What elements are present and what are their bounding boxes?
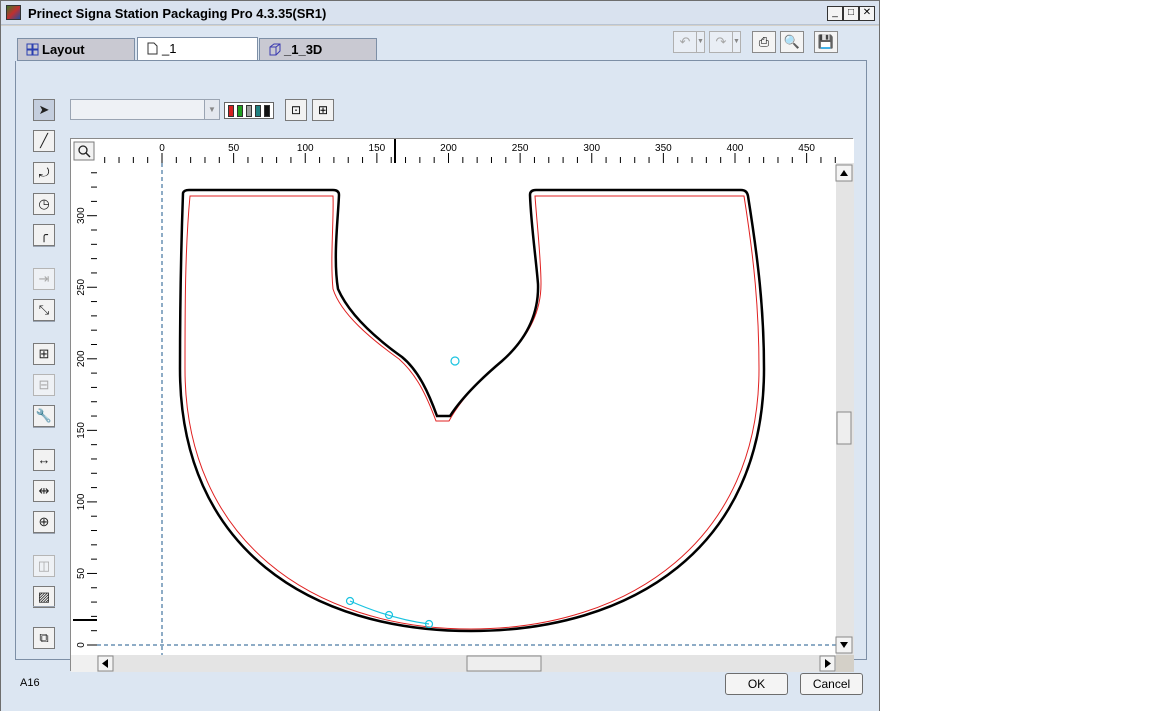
ruler-x-label: 50	[228, 143, 240, 154]
ruler-y-label: 300	[76, 207, 87, 224]
ruler-y-label: 250	[76, 278, 87, 295]
vertical-dimension-icon[interactable]: ⇹	[33, 480, 55, 502]
ruler-x-label: 0	[159, 143, 165, 154]
grid-tool-icon[interactable]: ⊞	[33, 343, 55, 365]
dialog-client: Layout _1 _1_3D ↶ ▼ ↷ ▼ ⎙ 🔍 💾 ➤ ╱ ⤾ ◷ ╭ ⇥ ⤡ ⊞ ⊟ 🔧…	[1, 26, 879, 711]
pointer-tool-icon[interactable]: ➤	[33, 99, 55, 121]
drawing-canvas[interactable]: 0 50 100 150 200 250 300 350 400 450 300 250 200 150…	[70, 138, 854, 672]
undo-button[interactable]: ↶	[673, 31, 697, 53]
window-tool-icon[interactable]: ⧉	[33, 627, 55, 649]
ruler-x-label: 150	[369, 143, 386, 154]
window-title: Prinect Signa Station Packaging Pro 4.3.…	[28, 6, 327, 21]
insert-tool-icon[interactable]: ⇥	[33, 268, 55, 290]
swatch-green	[237, 105, 243, 117]
table-dimension-icon[interactable]: ⊕	[33, 511, 55, 533]
layer-tool-icon[interactable]: ◫	[33, 555, 55, 577]
ruler-zoom-icon[interactable]	[73, 141, 95, 161]
tab-3d-label: _1_3D	[284, 42, 323, 57]
tool-separator	[33, 427, 55, 428]
app-window: Prinect Signa Station Packaging Pro 4.3.…	[0, 0, 880, 711]
split-tool-icon[interactable]: ⤡	[33, 299, 55, 321]
ruler-x-label: 450	[798, 143, 815, 154]
redo-dropdown-icon[interactable]: ▼	[732, 31, 741, 53]
tab-layout[interactable]: Layout	[17, 38, 135, 60]
circle-tool-icon[interactable]: ◷	[33, 193, 55, 215]
tool-separator	[33, 246, 55, 247]
maximize-button[interactable]: □	[843, 6, 859, 21]
app-icon	[6, 5, 21, 20]
zoom-fit-icon[interactable]: ⊡	[285, 99, 307, 121]
tab-page-1-label: _1	[162, 41, 177, 56]
ok-button[interactable]: OK	[725, 673, 788, 695]
ruler-x-label: 200	[440, 143, 457, 154]
hatch-tool-icon[interactable]: ▨	[33, 586, 55, 608]
canvas-area[interactable]	[97, 163, 836, 655]
ruler-y-label: 200	[76, 350, 87, 367]
swatch-teal	[255, 105, 261, 117]
layer-select[interactable]	[70, 99, 206, 120]
wrench-tool-icon[interactable]: 🔧	[33, 405, 55, 427]
ruler-x-label: 350	[655, 143, 672, 154]
layout-grid-icon	[26, 43, 39, 56]
minimize-button[interactable]: _	[827, 6, 843, 21]
print-preview-button[interactable]: 🔍	[780, 31, 804, 53]
status-text: A16	[20, 677, 40, 689]
vertical-ruler	[71, 163, 97, 655]
editor-panel: ➤ ╱ ⤾ ◷ ╭ ⇥ ⤡ ⊞ ⊟ 🔧 ↔ ⇹ ⊕ ◫ ▨ ⧉ ▼ ⊡ ⊞ 0 …	[15, 61, 867, 672]
swatch-gray	[246, 105, 252, 117]
vertical-scroll-thumb[interactable]	[836, 411, 852, 445]
ruler-x-label: 100	[297, 143, 314, 154]
ruler-y-label: 150	[76, 422, 87, 439]
tab-layout-label: Layout	[42, 42, 85, 57]
print-button[interactable]: ⎙	[752, 31, 776, 53]
redo-button[interactable]: ↷	[709, 31, 733, 53]
ruler-x-label: 400	[727, 143, 744, 154]
ruler-y-label: 50	[76, 567, 87, 579]
title-bar[interactable]: Prinect Signa Station Packaging Pro 4.3.…	[1, 1, 879, 25]
swatch-black	[264, 105, 270, 117]
ruler-y-label: 100	[76, 493, 87, 510]
tool-separator	[33, 321, 55, 322]
drawing-svg[interactable]: 0 50 100 150 200 250 300 350 400 450 300 250 200 150…	[71, 139, 854, 672]
tab-page-1[interactable]: _1	[137, 37, 258, 61]
offset-tool-icon[interactable]: ⊟	[33, 374, 55, 396]
cube-3d-icon	[268, 43, 281, 56]
zoom-select-icon[interactable]: ⊞	[312, 99, 334, 121]
color-swatches[interactable]	[224, 102, 274, 119]
line-tool-icon[interactable]: ╱	[33, 130, 55, 152]
layer-dropdown-icon[interactable]: ▼	[204, 99, 220, 120]
ruler-y-label: 0	[76, 642, 87, 648]
horizontal-scrollbar[interactable]	[97, 655, 836, 672]
undo-dropdown-icon[interactable]: ▼	[696, 31, 705, 53]
close-button[interactable]: ✕	[859, 6, 875, 21]
horizontal-dimension-icon[interactable]: ↔	[33, 449, 55, 471]
arc-tool-icon[interactable]: ⤾	[33, 162, 55, 184]
vertical-scrollbar[interactable]	[835, 163, 854, 655]
tab-3d[interactable]: _1_3D	[259, 38, 377, 60]
horizontal-scroll-thumb[interactable]	[466, 655, 542, 672]
swatch-red	[228, 105, 234, 117]
tool-separator	[33, 533, 55, 534]
tool-separator	[33, 606, 55, 607]
ruler-x-label: 250	[512, 143, 529, 154]
page-icon	[146, 42, 159, 55]
fillet-tool-icon[interactable]: ╭	[33, 224, 55, 246]
ruler-x-label: 300	[583, 143, 600, 154]
cancel-button[interactable]: Cancel	[800, 673, 863, 695]
scroll-corner	[836, 655, 854, 672]
save-button[interactable]: 💾	[814, 31, 838, 53]
